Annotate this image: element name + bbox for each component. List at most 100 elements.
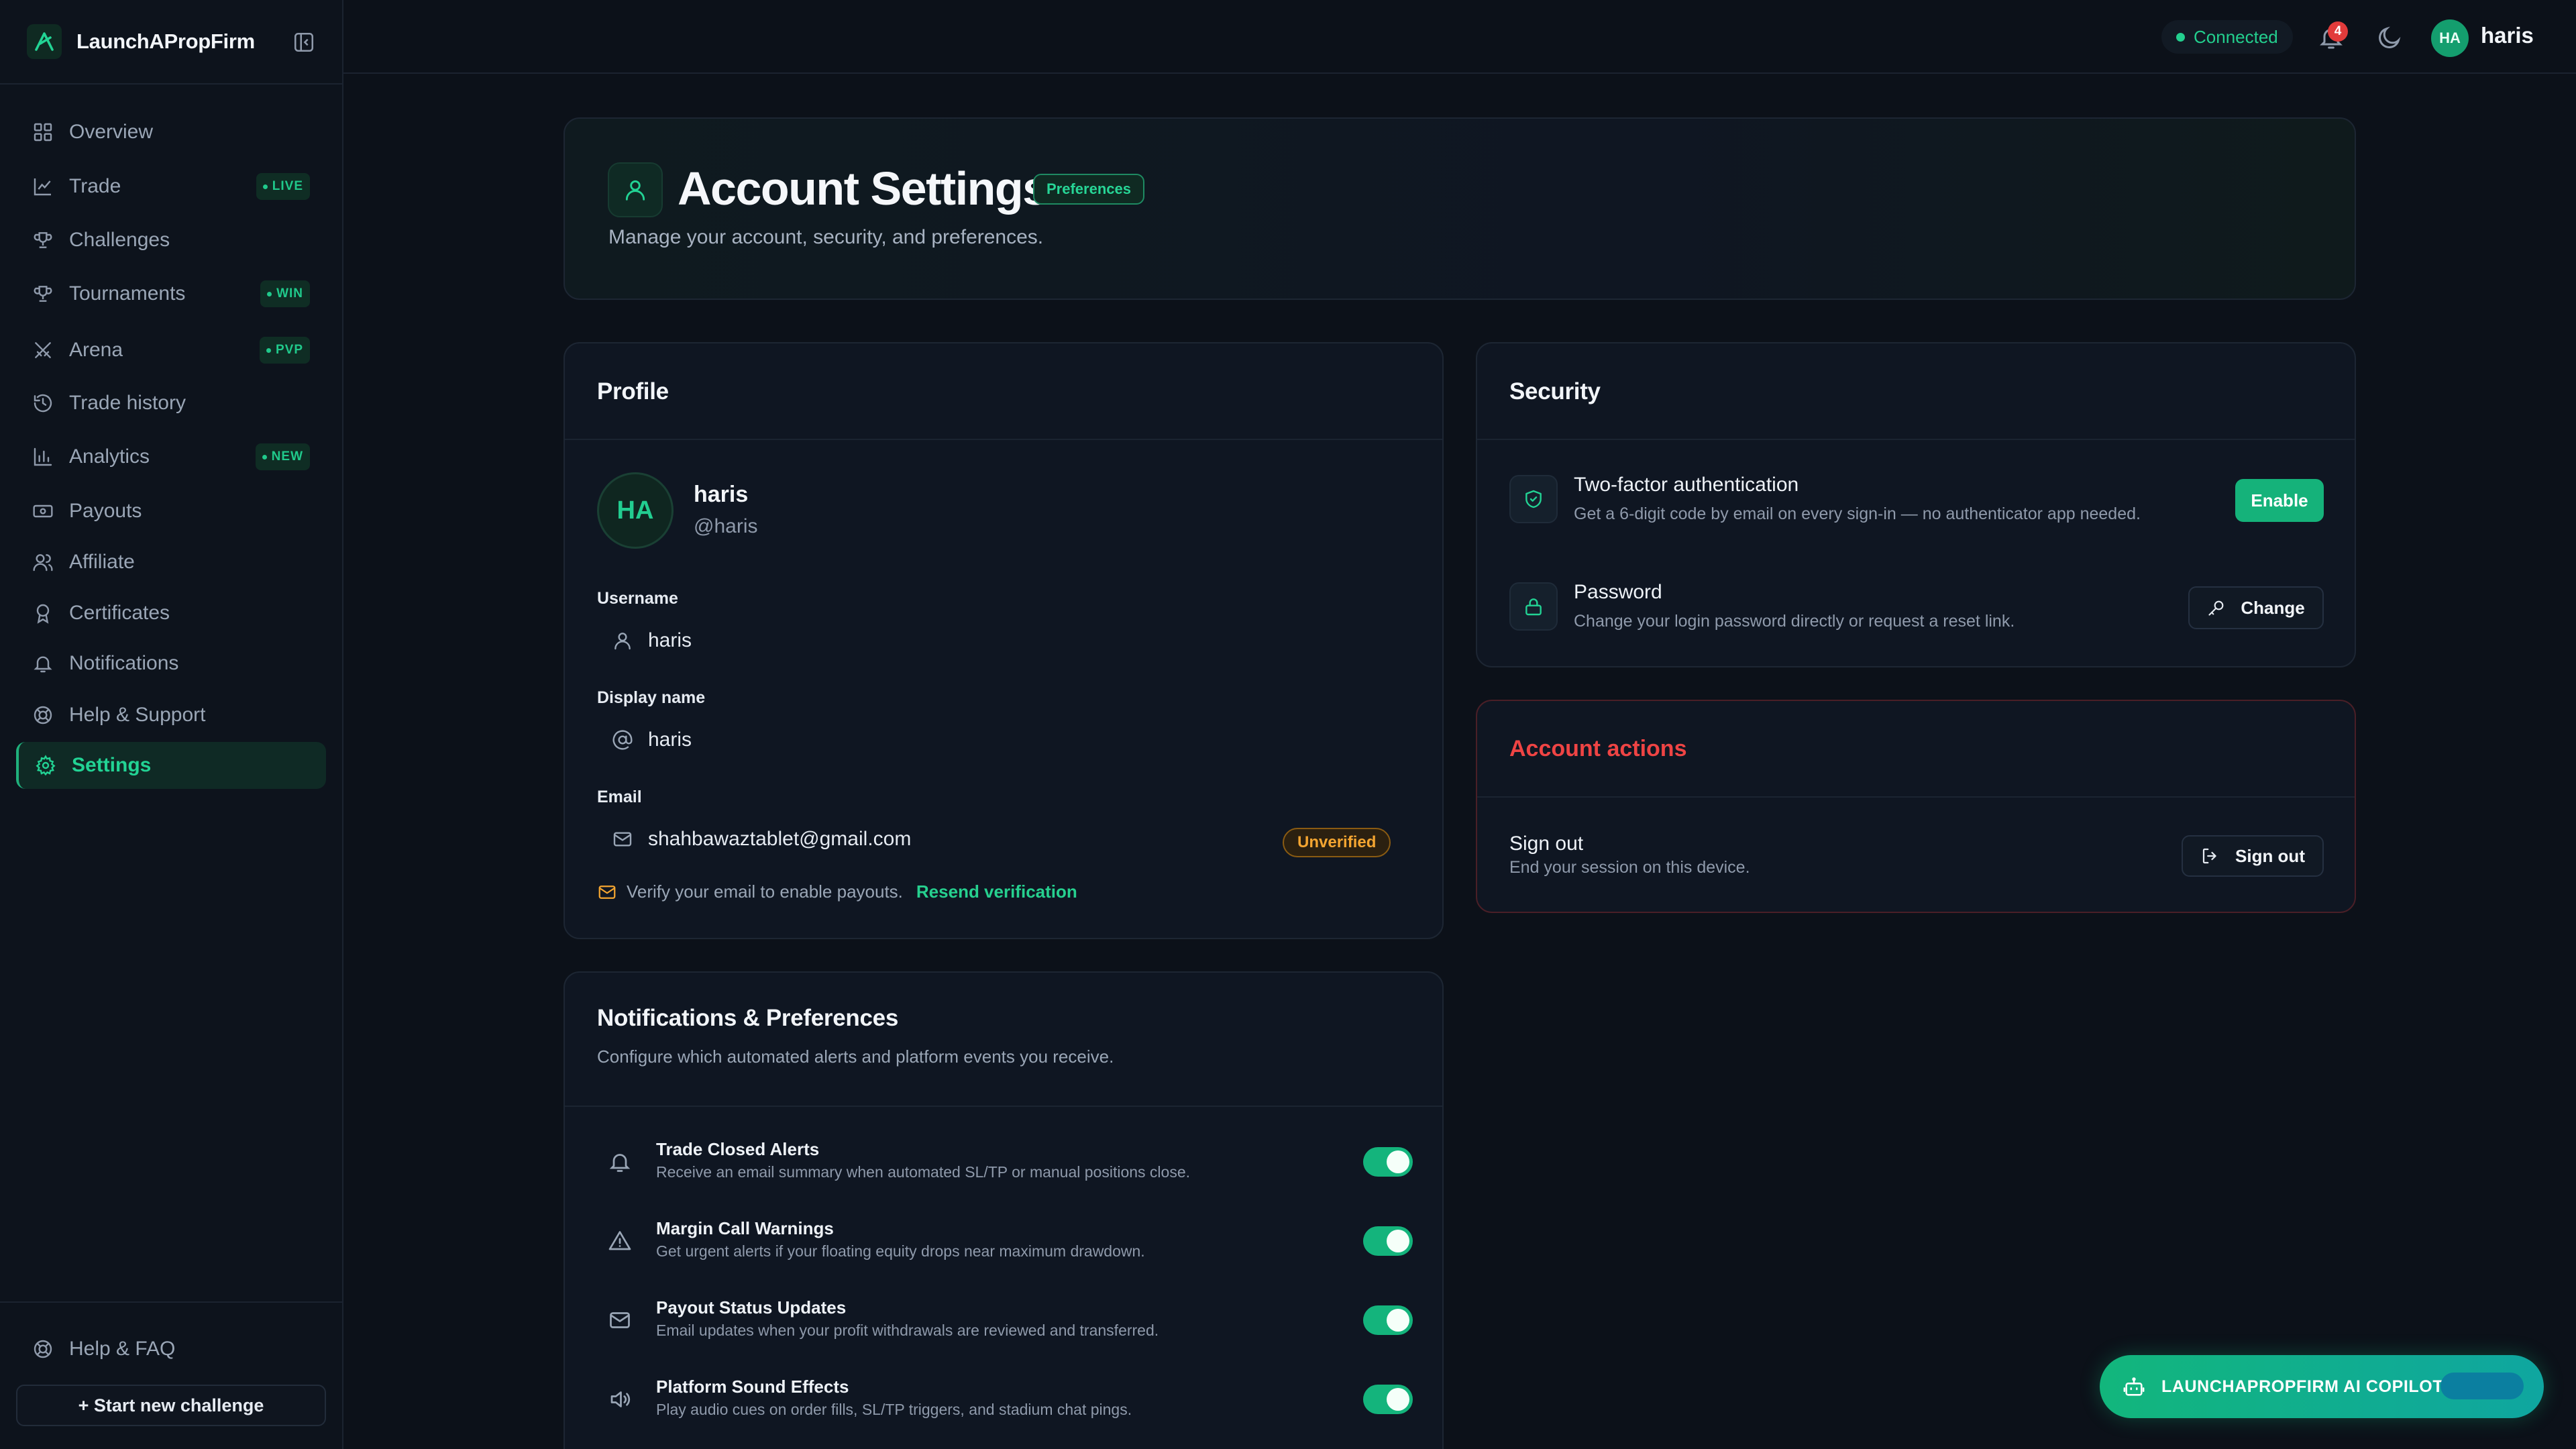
sidebar-item-label: Tournaments [69, 282, 186, 305]
user-icon [608, 162, 663, 217]
sidebar-item-help-support[interactable]: Help & Support [16, 692, 326, 739]
ai-copilot-button[interactable]: LAUNCHAPROPFIRM AI COPILOT [2100, 1355, 2544, 1418]
sidebar-item-label: Overview [69, 121, 154, 143]
platform-sound-effects-toggle[interactable] [1363, 1385, 1413, 1414]
sidebar-item-affiliate[interactable]: Affiliate [16, 539, 326, 586]
lock-icon [1509, 582, 1558, 631]
pref-description: Play audio cues on order fills, SL/TP tr… [656, 1401, 1132, 1418]
profile-title: Profile [597, 378, 669, 405]
sign-out-button[interactable]: Sign out [2182, 835, 2324, 877]
chart-icon [34, 178, 51, 196]
sidebar-item-analytics[interactable]: Analytics NEW [16, 433, 326, 480]
start-new-challenge-button[interactable]: + Start new challenge [16, 1385, 326, 1426]
at-sign-icon [612, 730, 633, 750]
pref-row-margin-call: Margin Call Warnings Get urgent alerts i… [597, 1213, 1413, 1280]
brand[interactable]: LaunchAPropFirm [27, 24, 255, 59]
history-icon [34, 394, 52, 413]
pref-title: Platform Sound Effects [656, 1377, 849, 1397]
sidebar-item-label: Trade [69, 175, 121, 197]
trophy-icon [34, 286, 52, 302]
users-icon [33, 554, 53, 572]
sidebar-item-trade-history[interactable]: Trade history [16, 380, 326, 427]
sign-out-label: Sign out [2235, 845, 2305, 866]
grid-icon [34, 123, 52, 142]
pref-description: Get urgent alerts if your floating equit… [656, 1242, 1145, 1260]
sidebar-item-label: Trade history [69, 392, 186, 414]
sidebar-item-label: Payouts [69, 500, 142, 522]
pvp-badge: PVP [259, 337, 310, 364]
password-title: Password [1574, 581, 1662, 603]
change-password-button[interactable]: Change [2188, 586, 2324, 629]
pref-row-trade-closed: Trade Closed Alerts Receive an email sum… [597, 1134, 1413, 1201]
sidebar-item-payouts[interactable]: Payouts [16, 488, 326, 535]
pref-row-sound-effects: Platform Sound Effects Play audio cues o… [597, 1371, 1413, 1438]
verify-email-notice: Verify your email to enable payouts. Res… [597, 881, 1077, 902]
display-name-label: Display name [597, 688, 706, 707]
profile-card: Profile HA haris @haris Username haris D… [564, 342, 1444, 939]
account-actions-title: Account actions [1509, 736, 1687, 761]
profile-handle: @haris [694, 515, 758, 537]
pref-title: Payout Status Updates [656, 1297, 847, 1318]
sidebar-item-label: Affiliate [69, 551, 135, 573]
email-field[interactable]: shahbawaztablet@gmail.com [612, 828, 911, 851]
sidebar-item-trade[interactable]: Trade LIVE [16, 163, 326, 210]
sidebar-item-help-faq[interactable]: Help & FAQ [16, 1326, 326, 1373]
robot-icon [2123, 1377, 2145, 1396]
user-icon [614, 633, 631, 650]
sidebar-item-arena[interactable]: Arena PVP [16, 327, 326, 374]
profile-name: haris [694, 482, 749, 507]
sidebar-item-certificates[interactable]: Certificates [16, 590, 326, 637]
lifebuoy-icon [34, 706, 52, 724]
page-title: Account Settings [678, 162, 1049, 215]
username-label[interactable]: haris [2481, 23, 2534, 48]
divider [565, 1106, 1442, 1107]
divider [0, 1301, 342, 1303]
username-field[interactable]: haris [612, 629, 692, 652]
display-name-field[interactable]: haris [612, 729, 692, 751]
pref-title: Trade Closed Alerts [656, 1139, 820, 1159]
lifebuoy-icon [34, 1340, 52, 1358]
notifications-subtitle: Configure which automated alerts and pla… [597, 1046, 1114, 1067]
account-actions-card: Account actions Sign out End your sessio… [1476, 700, 2356, 913]
bar-chart-icon [34, 447, 52, 466]
copilot-toggle[interactable] [2440, 1373, 2524, 1399]
sidebar-item-label: Certificates [69, 602, 170, 624]
sidebar-item-label: Help & Support [69, 704, 206, 726]
logout-icon [2202, 848, 2216, 864]
display-name-value: haris [648, 729, 692, 751]
payout-status-updates-toggle[interactable] [1363, 1305, 1413, 1335]
pref-description: Receive an email summary when automated … [656, 1163, 1191, 1181]
sidebar-item-label: Analytics [69, 445, 150, 468]
collapse-sidebar-icon[interactable] [292, 31, 315, 54]
brand-name: LaunchAPropFirm [76, 30, 255, 53]
enable-2fa-button[interactable]: Enable [2235, 479, 2324, 522]
swords-icon [35, 342, 51, 358]
award-icon [36, 604, 50, 624]
email-label: Email [597, 788, 642, 806]
margin-call-warnings-toggle[interactable] [1363, 1226, 1413, 1256]
sidebar-item-label: Help & FAQ [69, 1338, 176, 1360]
security-card: Security Two-factor authentication Get a… [1476, 342, 2356, 667]
new-badge: NEW [255, 443, 310, 470]
divider [1477, 439, 2355, 440]
mail-warning-icon [598, 885, 616, 899]
warning-icon [608, 1231, 631, 1250]
key-icon [2208, 600, 2224, 616]
sidebar-item-label: Challenges [69, 229, 170, 251]
sidebar-item-notifications[interactable]: Notifications [16, 640, 326, 687]
sidebar-item-settings[interactable]: Settings [16, 742, 326, 789]
trade-closed-alerts-toggle[interactable] [1363, 1147, 1413, 1177]
sidebar-item-overview[interactable]: Overview [16, 109, 326, 156]
notifications-preferences-card: Notifications & Preferences Configure wh… [564, 971, 1444, 1449]
win-badge: WIN [260, 280, 310, 307]
resend-verification-link[interactable]: Resend verification [916, 881, 1077, 902]
moon-icon[interactable] [2376, 24, 2403, 51]
sidebar-item-tournaments[interactable]: Tournaments WIN [16, 270, 326, 317]
avatar[interactable]: HA [2431, 19, 2469, 57]
two-factor-title: Two-factor authentication [1574, 474, 1799, 496]
sidebar-item-challenges[interactable]: Challenges [16, 217, 326, 264]
notifications-title: Notifications & Preferences [597, 1005, 898, 1031]
bell-icon [609, 1154, 631, 1172]
pref-row-payout-status: Payout Status Updates Email updates when… [597, 1292, 1413, 1359]
two-factor-description: Get a 6-digit code by email on every sig… [1574, 504, 2141, 523]
